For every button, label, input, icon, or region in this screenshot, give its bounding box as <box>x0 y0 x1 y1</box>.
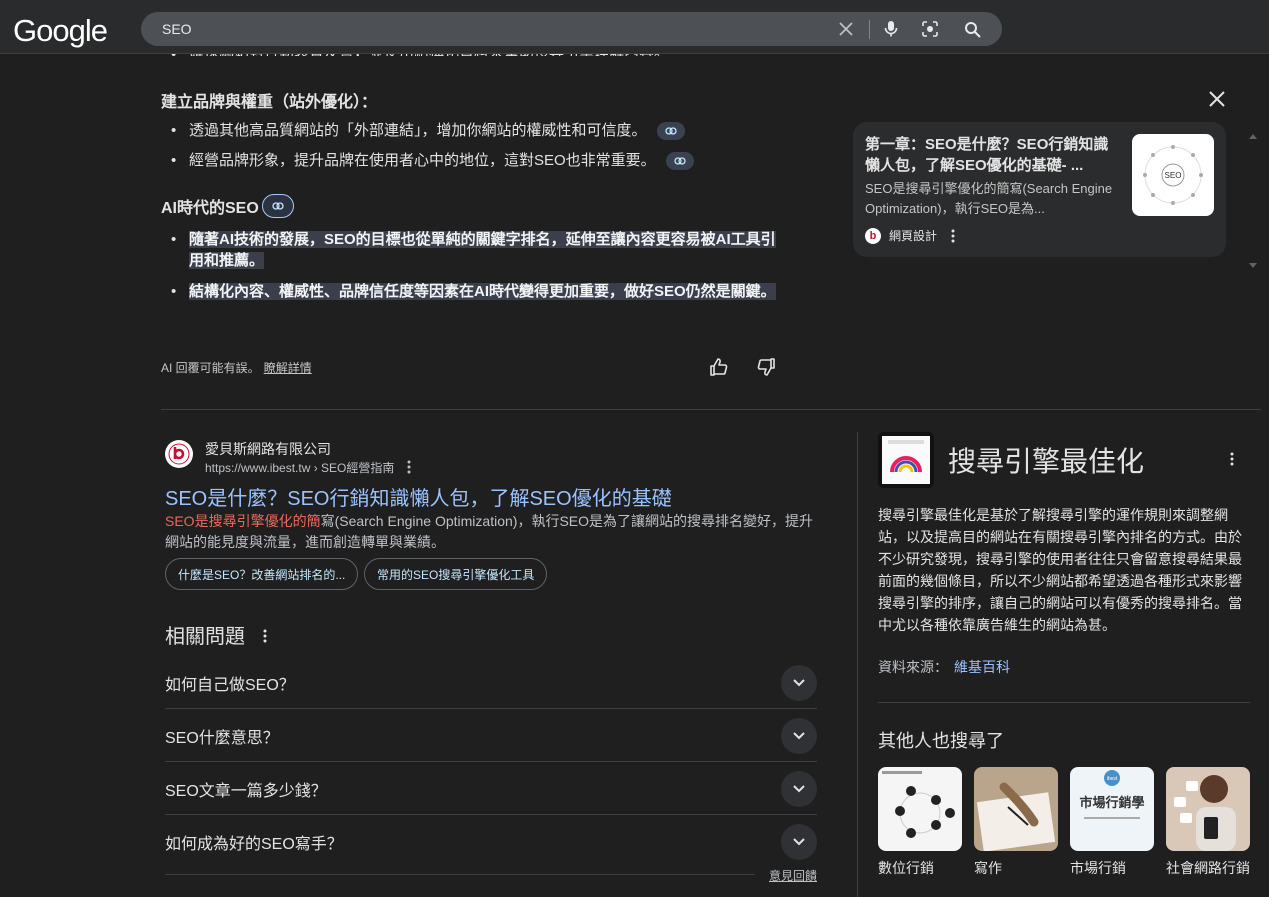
search-icon[interactable] <box>962 19 982 39</box>
chevron-down-icon[interactable] <box>781 771 817 807</box>
paa-question-row[interactable]: 如何成為好的SEO寫手？ <box>165 815 817 868</box>
learn-more-link[interactable]: 瞭解詳情 <box>264 361 312 375</box>
google-logo[interactable]: Google <box>13 13 108 49</box>
scroll-down-icon[interactable] <box>1248 257 1258 268</box>
microphone-icon[interactable] <box>881 19 901 39</box>
paa-question-row[interactable]: 如何自己做SEO？ <box>165 656 817 709</box>
knowledge-panel-description: 搜尋引擎最佳化是基於了解搜尋引擎的運作規則來調整網站，以及提高目的網站在有關搜尋… <box>878 507 1242 633</box>
sitelink-pill[interactable]: 常用的SEO搜尋引擎優化工具 <box>364 558 548 590</box>
scroll-up-icon[interactable] <box>1248 127 1258 139</box>
more-options-icon[interactable] <box>951 229 955 243</box>
source-title[interactable]: 第一章：SEO是什麼？SEO行銷知識懶人包，了解SEO優化的基礎- ... <box>865 134 1120 176</box>
source-card[interactable]: 第一章：SEO是什麼？SEO行銷知識懶人包，了解SEO優化的基礎- ... SE… <box>853 122 1226 257</box>
more-options-icon[interactable] <box>407 460 411 477</box>
search-separator <box>869 20 870 39</box>
section-heading-offsite: 建立品牌與權重（站外優化）： <box>161 94 378 111</box>
digital-marketing-image[interactable] <box>878 767 962 851</box>
top-bar: Google <box>0 0 1269 54</box>
feedback-link[interactable]: 意見回饋 <box>769 867 817 884</box>
people-also-search-heading: 其他人也搜尋了 <box>878 731 1004 751</box>
result-title-link[interactable]: SEO是什麼？SEO行銷知識懶人包，了解SEO優化的基礎 <box>165 482 672 511</box>
svg-text:SEO: SEO <box>1165 171 1182 180</box>
knowledge-panel-title: 搜尋引擎最佳化 <box>948 446 1145 477</box>
social-media-marketing-image[interactable] <box>1166 767 1250 851</box>
sitelink-pill[interactable]: 什麼是SEO？改善網站排名的... <box>165 558 359 590</box>
search-box[interactable] <box>141 12 1002 46</box>
ai-bullet-highlighted: 隨著AI技術的發展，SEO的目標也從單純的關鍵字排名，延伸至讓內容更容易被AI工… <box>171 229 789 271</box>
chevron-down-icon[interactable] <box>781 718 817 754</box>
search-input[interactable] <box>162 21 802 37</box>
paa-question-row[interactable]: SEO什麼意思？ <box>165 709 817 762</box>
ai-bullet-highlighted: 結構化內容、權威性、品牌信任度等因素在AI時代變得更加重要，做好SEO仍然是關鍵… <box>171 281 789 302</box>
link-icon[interactable] <box>261 194 294 218</box>
site-favicon-icon: b <box>865 227 881 244</box>
related-search-tile[interactable]: 寫作 <box>974 767 1058 878</box>
result-favicon-icon[interactable] <box>165 440 193 468</box>
more-options-icon[interactable] <box>263 626 267 649</box>
knowledge-panel-source: 資料來源： 維基百科 <box>878 659 1010 675</box>
marketing-image[interactable]: ibest 市場行銷學 <box>1070 767 1154 851</box>
wikipedia-link[interactable]: 維基百科 <box>954 659 1010 675</box>
chevron-down-icon[interactable] <box>781 665 817 701</box>
more-options-icon[interactable] <box>1230 452 1246 470</box>
close-icon[interactable] <box>1206 88 1228 110</box>
section-divider <box>161 409 1261 410</box>
link-icon[interactable] <box>656 122 685 141</box>
svg-text:ibest: ibest <box>1107 776 1118 782</box>
related-search-tile[interactable]: 社會網路行銷 <box>1166 767 1250 878</box>
thumbs-down-icon[interactable] <box>754 355 778 379</box>
paa-bottom-divider <box>165 874 755 875</box>
thumbs-up-icon[interactable] <box>707 355 731 379</box>
paa-question-row[interactable]: SEO文章一篇多少錢？ <box>165 762 817 815</box>
result-snippet: SEO是搜尋引擎優化的簡寫(Search Engine Optimization… <box>165 513 814 550</box>
source-site: b 網頁設計 <box>865 227 955 244</box>
svg-text:市場行銷學: 市場行銷學 <box>1079 795 1144 810</box>
knowledge-panel-border <box>857 432 858 897</box>
ai-disclaimer: AI 回覆可能有誤。 瞭解詳情 <box>161 361 312 375</box>
link-icon[interactable] <box>665 152 694 171</box>
related-search-tile[interactable]: ibest 市場行銷學 市場行銷 <box>1070 767 1154 878</box>
section-heading-ai-era: AI時代的SEO <box>161 194 294 218</box>
knowledge-panel-image[interactable] <box>878 432 934 488</box>
ai-bullet: 經營品牌形象，提升品牌在使用者心中的地位，這對SEO也非常重要。 <box>171 150 694 171</box>
camera-lens-icon[interactable] <box>920 19 940 39</box>
writing-image[interactable] <box>974 767 1058 851</box>
clear-icon[interactable] <box>836 19 856 39</box>
result-site-name[interactable]: 愛貝斯網路有限公司 <box>205 439 331 459</box>
related-search-tile[interactable]: 數位行銷 <box>878 767 962 878</box>
source-thumbnail[interactable]: SEO <box>1132 134 1214 216</box>
chevron-down-icon[interactable] <box>781 824 817 860</box>
result-url[interactable]: https://www.ibest.tw › SEO經營指南 <box>205 459 411 477</box>
knowledge-panel-divider <box>878 702 1250 703</box>
ai-bullet: 透過其他高品質網站的「外部連結」，增加你網站的權威性和可信度。 <box>171 120 685 141</box>
source-description: SEO是搜尋引擎優化的簡寫(Search Engine Optimization… <box>865 181 1113 216</box>
paa-heading: 相關問題 <box>165 620 267 649</box>
